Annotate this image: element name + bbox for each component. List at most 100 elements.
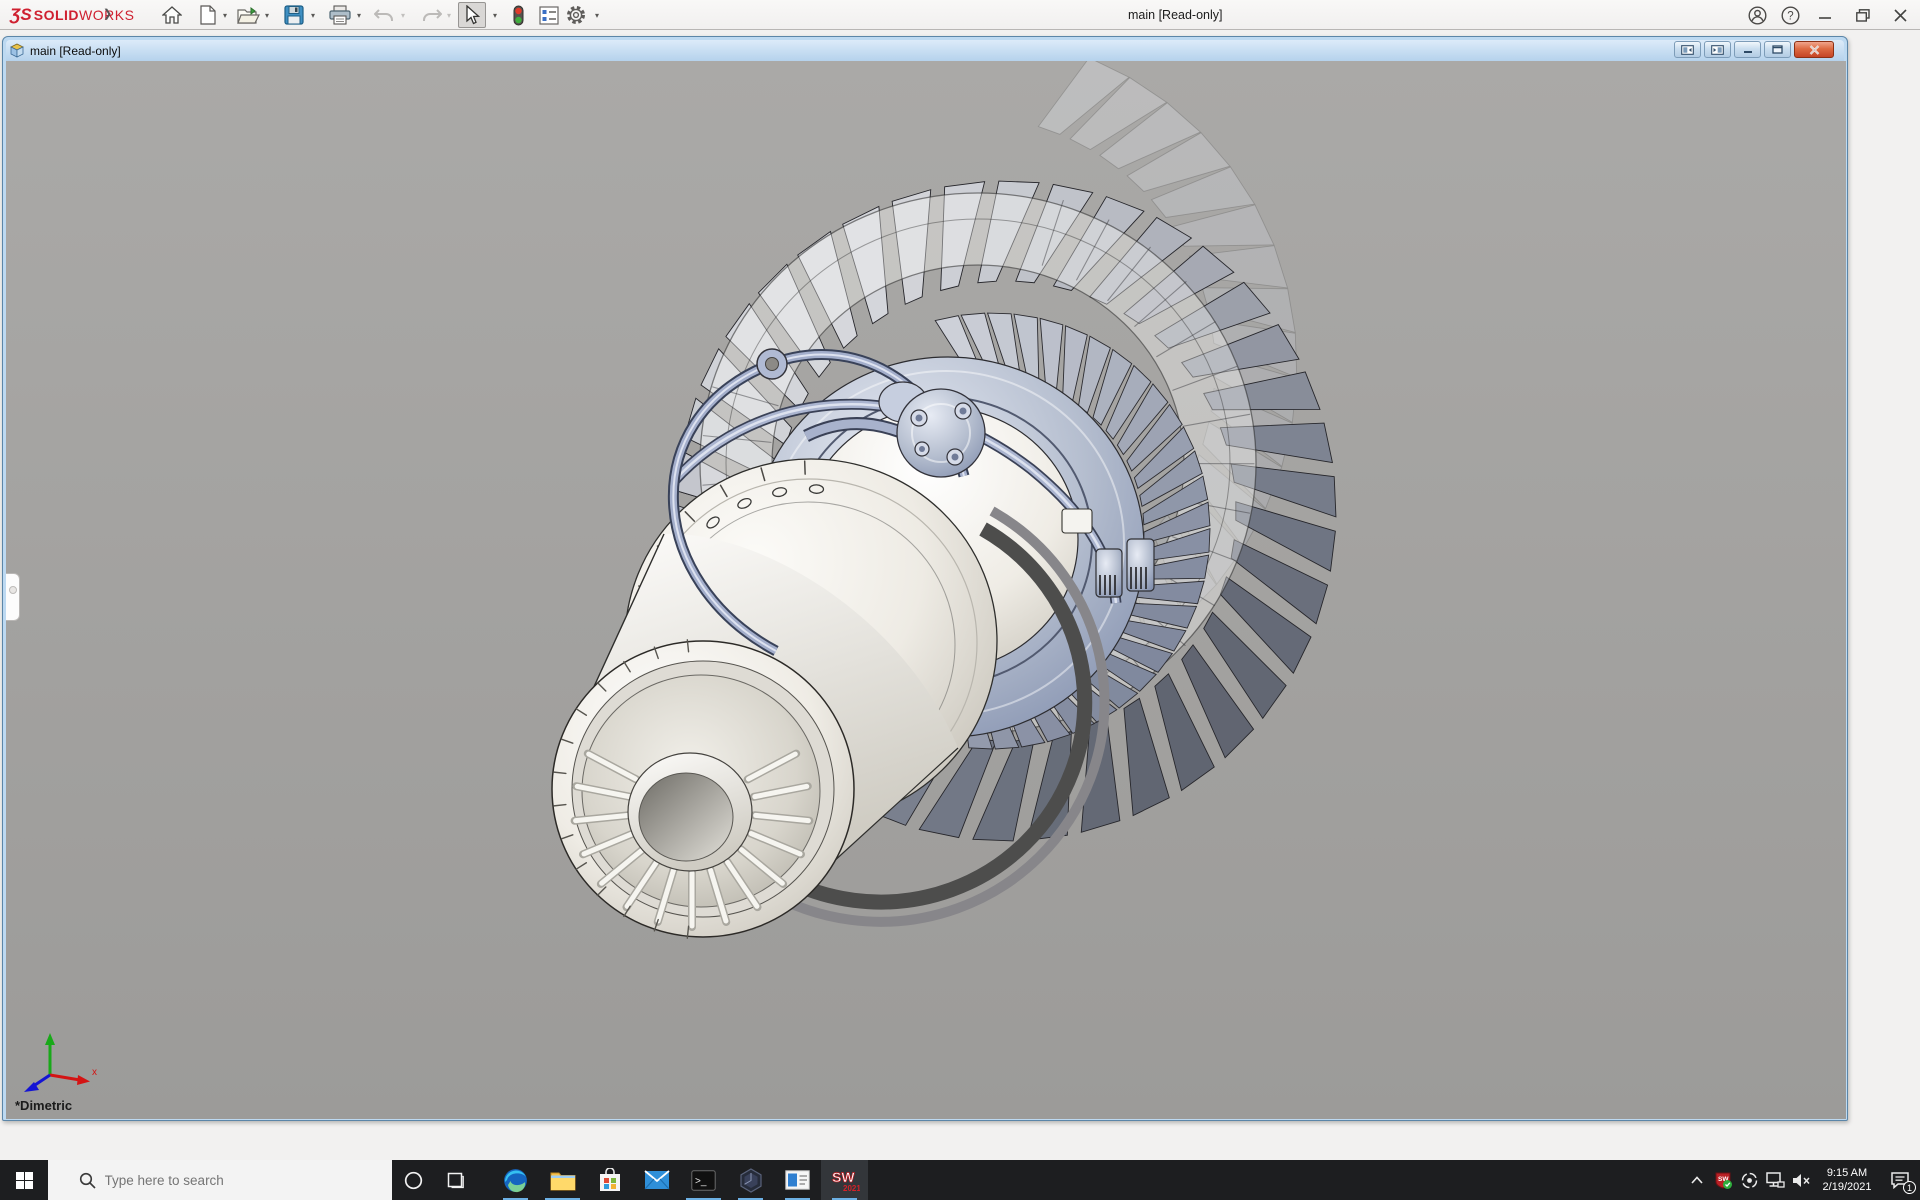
- select-dropdown-caret[interactable]: ▾: [490, 11, 500, 20]
- search-icon: [79, 1172, 96, 1189]
- tray-screen-record[interactable]: [1736, 1160, 1762, 1200]
- rebuild-button[interactable]: [506, 3, 530, 27]
- svg-text:>_: >_: [695, 1176, 707, 1187]
- doc-close-button[interactable]: [1794, 41, 1834, 58]
- taskbar-clock[interactable]: 9:15 AM 2/19/2021: [1814, 1160, 1880, 1200]
- options-button[interactable]: [564, 3, 588, 27]
- restore-button[interactable]: [1850, 3, 1876, 27]
- account-icon: [1748, 6, 1767, 25]
- document-title: main [Read-only]: [30, 44, 121, 58]
- cortana-button[interactable]: [392, 1160, 434, 1200]
- redo-icon: [422, 7, 442, 23]
- solidworks-icon: SW2021: [830, 1167, 860, 1193]
- panel-handle-dot: [9, 586, 17, 594]
- redo-dropdown-caret[interactable]: ▾: [444, 11, 454, 20]
- home-button[interactable]: [160, 3, 184, 27]
- account-button[interactable]: [1744, 3, 1770, 27]
- search-input[interactable]: [105, 1173, 375, 1188]
- taskbar-app-microsoft-store[interactable]: [586, 1160, 633, 1200]
- tray-network[interactable]: [1762, 1160, 1788, 1200]
- open-folder-icon: [237, 6, 260, 25]
- network-icon: [1765, 1171, 1785, 1189]
- help-button[interactable]: ?: [1777, 3, 1803, 27]
- app-titlebar: ƷS SOLID WORKS ❯ ▾ ▾ ▾ ▾ ▾ ▾ ▾ ▾ main [R…: [0, 0, 1920, 30]
- undo-icon: [374, 7, 394, 23]
- print-icon: [329, 5, 351, 25]
- triad-x-label: x: [92, 1067, 97, 1078]
- undo-button[interactable]: [372, 3, 396, 27]
- screen-record-icon: [1740, 1171, 1759, 1190]
- file-properties-icon: [539, 6, 559, 25]
- taskbar-app-edrawings[interactable]: [727, 1160, 774, 1200]
- hidden-icons-chevron[interactable]: [1684, 1160, 1710, 1200]
- start-button[interactable]: [0, 1160, 48, 1200]
- home-icon: [162, 6, 182, 24]
- cortana-icon: [404, 1171, 423, 1190]
- redo-button[interactable]: [420, 3, 444, 27]
- clock-date: 2/19/2021: [1823, 1180, 1872, 1194]
- document-window[interactable]: main [Read-only]: [2, 36, 1848, 1121]
- taskbar-app-edge[interactable]: [492, 1160, 539, 1200]
- taskbar-search[interactable]: [48, 1160, 392, 1200]
- options-dropdown-caret[interactable]: ▾: [592, 11, 602, 20]
- taskbar: >_ SW2021 SW 9:15 AM 2/19/2021 1: [0, 1160, 1920, 1200]
- menu-flyout-arrow[interactable]: ❯: [103, 7, 112, 20]
- print-dropdown-caret[interactable]: ▾: [354, 11, 364, 20]
- volume-muted-icon: [1791, 1172, 1811, 1189]
- help-icon: ?: [1781, 6, 1800, 25]
- file-properties-button[interactable]: [537, 3, 561, 27]
- taskbar-app-solidworks[interactable]: SW2021: [821, 1160, 868, 1200]
- open-button[interactable]: [236, 3, 260, 27]
- action-center-button[interactable]: 1: [1880, 1160, 1920, 1200]
- select-cursor-icon: [464, 5, 480, 25]
- tray-volume-muted[interactable]: [1788, 1160, 1814, 1200]
- doc-restore-button[interactable]: [1764, 41, 1791, 58]
- app-window-icon: [785, 1170, 810, 1190]
- tile-left-button[interactable]: [1674, 41, 1701, 58]
- clock-time: 9:15 AM: [1827, 1166, 1867, 1180]
- svg-text:SW: SW: [832, 1169, 855, 1185]
- task-view-button[interactable]: [434, 1160, 476, 1200]
- taskbar-app-file-explorer[interactable]: [539, 1160, 586, 1200]
- taskbar-app-command-prompt[interactable]: >_: [680, 1160, 727, 1200]
- solidworks-monitor-icon: SW: [1714, 1171, 1733, 1190]
- logo-glyph: ƷS: [10, 5, 32, 25]
- view-orientation-label: *Dimetric: [15, 1098, 72, 1113]
- restore-icon: [1856, 9, 1870, 22]
- close-button[interactable]: [1887, 3, 1913, 27]
- notification-badge: 1: [1903, 1181, 1916, 1194]
- save-dropdown-caret[interactable]: ▾: [308, 11, 318, 20]
- nozzle: [552, 640, 854, 938]
- tile-right-button[interactable]: [1704, 41, 1731, 58]
- mail-icon: [644, 1170, 670, 1190]
- doc-minimize-button[interactable]: [1734, 41, 1761, 58]
- select-tool-button[interactable]: [458, 2, 486, 28]
- save-button[interactable]: [282, 3, 306, 27]
- chevron-up-icon: [1691, 1176, 1703, 1184]
- open-dropdown-caret[interactable]: ▾: [262, 11, 272, 20]
- tray-solidworks-monitor[interactable]: SW: [1710, 1160, 1736, 1200]
- file-explorer-icon: [550, 1170, 576, 1191]
- shaft-bore: [639, 773, 733, 861]
- app-title: main [Read-only]: [1128, 8, 1223, 22]
- svg-text:?: ?: [1787, 10, 1793, 22]
- new-document-button[interactable]: [196, 3, 220, 27]
- command-prompt-icon: >_: [691, 1170, 716, 1191]
- model-3d-jet-engine[interactable]: [6, 61, 1846, 1119]
- taskbar-app-window[interactable]: [774, 1160, 821, 1200]
- save-icon: [284, 5, 304, 25]
- print-button[interactable]: [328, 3, 352, 27]
- feature-panel-handle[interactable]: [6, 573, 20, 621]
- new-dropdown-caret[interactable]: ▾: [220, 11, 230, 20]
- undo-dropdown-caret[interactable]: ▾: [398, 11, 408, 20]
- svg-text:2021: 2021: [843, 1184, 860, 1193]
- assembly-icon: [9, 43, 25, 58]
- minimize-icon: [1819, 9, 1831, 21]
- taskbar-app-mail[interactable]: [633, 1160, 680, 1200]
- graphics-viewport[interactable]: x *Dimetric: [6, 61, 1846, 1119]
- new-document-icon: [200, 5, 216, 25]
- rebuild-traffic-light-icon: [513, 5, 524, 26]
- document-titlebar[interactable]: main [Read-only]: [6, 40, 1844, 61]
- minimize-button[interactable]: [1812, 3, 1838, 27]
- windows-logo-icon: [16, 1172, 33, 1189]
